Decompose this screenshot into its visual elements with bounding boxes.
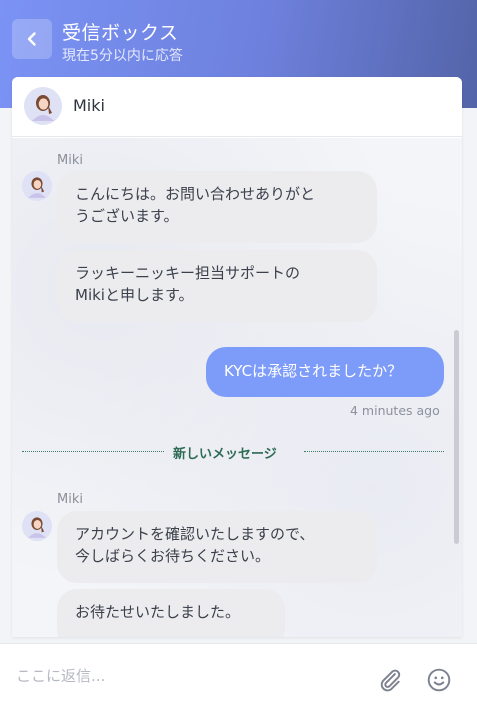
agent-name: Miki bbox=[73, 96, 105, 115]
message-list[interactable]: Miki こんにちは。お問い合わせありがと うございます。 ラッキーニッキー担当… bbox=[12, 138, 462, 637]
incoming-message: アカウントを確認いたしますので、 今しばらくお待ちください。 bbox=[57, 511, 377, 583]
sender-label: Miki bbox=[57, 153, 83, 168]
paperclip-icon bbox=[380, 669, 401, 692]
new-messages-divider: 新しいメッセージ bbox=[173, 447, 277, 462]
header-subtitle: 現在5分以内に応答 bbox=[62, 48, 183, 64]
message-line: ラッキーニッキー担当サポートの bbox=[75, 264, 301, 282]
chat-panel: Miki Miki こんにちは。お問い合わせありがと うございます。 ラッキーニ… bbox=[12, 77, 462, 637]
message-line: Mikiと申します。 bbox=[75, 286, 194, 304]
message-line: アカウントを確認いたしますので、 bbox=[75, 525, 315, 543]
attach-button[interactable] bbox=[377, 667, 403, 693]
incoming-message: こんにちは。お問い合わせありがと うございます。 bbox=[57, 171, 377, 243]
incoming-message: ラッキーニッキー担当サポートの Mikiと申します。 bbox=[57, 250, 377, 322]
message-scrollbar[interactable] bbox=[454, 330, 459, 544]
message-line: 今しばらくお待ちください。 bbox=[75, 547, 271, 565]
incoming-message: お待たせいたしました。 bbox=[57, 589, 285, 637]
agent-avatar bbox=[24, 87, 62, 125]
back-button[interactable] bbox=[12, 19, 52, 59]
chevron-left-icon bbox=[27, 32, 36, 46]
message-avatar bbox=[22, 171, 52, 201]
reply-input[interactable] bbox=[16, 662, 356, 690]
sender-label: Miki bbox=[57, 492, 83, 507]
message-line: うございます。 bbox=[75, 207, 179, 225]
header-title: 受信ボックス bbox=[62, 22, 179, 44]
message-timestamp: 4 minutes ago bbox=[350, 403, 440, 418]
agent-bar: Miki bbox=[12, 77, 462, 137]
reply-composer bbox=[0, 643, 477, 706]
message-avatar bbox=[22, 511, 52, 541]
divider-line-right bbox=[304, 451, 444, 452]
outgoing-message: KYCは承認されましたか？ bbox=[206, 347, 444, 397]
divider-line-left bbox=[22, 451, 164, 452]
emoji-button[interactable] bbox=[426, 667, 452, 693]
message-line: こんにちは。お問い合わせありがと bbox=[75, 185, 316, 203]
smiley-icon bbox=[427, 668, 451, 692]
